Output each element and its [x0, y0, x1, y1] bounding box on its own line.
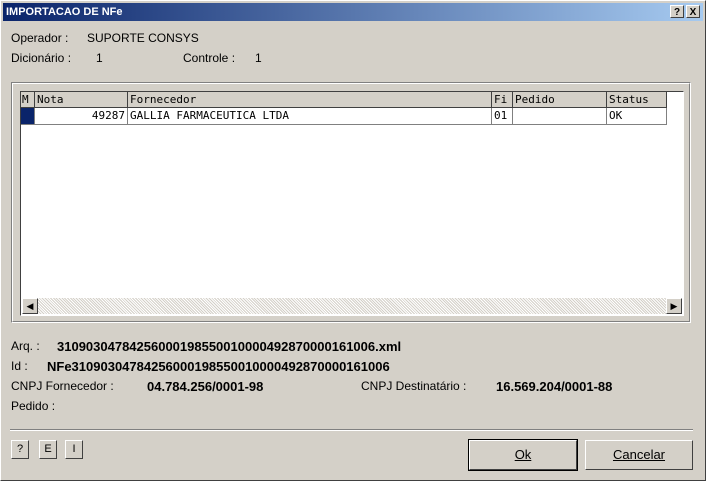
nfe-grid[interactable]: M Nota Fornecedor Fi Pedido Status 49287…	[20, 91, 684, 316]
cnpj-destinatario-value: 16.569.204/0001-88	[496, 379, 613, 394]
scroll-left-icon[interactable]: ◀	[22, 298, 38, 314]
id-label: Id :	[11, 359, 28, 373]
cell-status[interactable]: OK	[607, 108, 667, 125]
cancel-button[interactable]: Cancelar	[585, 440, 693, 470]
row-marker[interactable]	[21, 108, 35, 125]
footer-divider	[10, 429, 693, 431]
id-value: NFe3109030478425600019855001000049287000…	[47, 359, 390, 374]
pedido-label: Pedido :	[11, 399, 56, 413]
horizontal-scrollbar[interactable]: ◀ ▶	[22, 298, 682, 314]
cnpj-destinatario-label: CNPJ Destinatário :	[361, 379, 467, 393]
cell-fornecedor[interactable]: GALLIA FARMACEUTICA LTDA	[128, 108, 492, 125]
help-button[interactable]: ?	[11, 440, 29, 459]
window-title: IMPORTACAO DE NFe	[6, 6, 123, 18]
close-button[interactable]: X	[686, 5, 700, 18]
scroll-right-icon[interactable]: ▶	[666, 298, 682, 314]
cell-pedido[interactable]	[513, 108, 607, 125]
controle-value: 1	[255, 51, 262, 65]
controle-label: Controle :	[183, 51, 236, 65]
help-title-button[interactable]: ?	[670, 5, 684, 18]
col-header-m[interactable]: M	[21, 92, 35, 108]
cell-fi[interactable]: 01	[492, 108, 513, 125]
cancel-button-label: Cancelar	[612, 447, 666, 462]
cnpj-fornecedor-label: CNPJ Fornecedor :	[11, 379, 114, 393]
e-button[interactable]: E	[39, 440, 57, 459]
operador-label: Operador :	[11, 31, 69, 45]
operador-value: SUPORTE CONSYS	[87, 31, 199, 45]
ok-button[interactable]: Ok	[468, 439, 578, 471]
ok-button-label: Ok	[514, 447, 532, 462]
col-header-status[interactable]: Status	[607, 92, 667, 108]
i-button[interactable]: I	[65, 440, 83, 459]
arq-value: 3109030478425600019855001000049287000016…	[57, 339, 402, 354]
col-header-nota[interactable]: Nota	[35, 92, 128, 108]
col-header-fornecedor[interactable]: Fornecedor	[128, 92, 492, 108]
arq-label: Arq. :	[11, 339, 40, 353]
dicionario-label: Dicionário :	[11, 51, 72, 65]
dicionario-value: 1	[96, 51, 103, 65]
cell-nota[interactable]: 49287	[35, 108, 128, 125]
col-header-fi[interactable]: Fi	[492, 92, 513, 108]
cnpj-fornecedor-value: 04.784.256/0001-98	[147, 379, 264, 394]
col-header-pedido[interactable]: Pedido	[513, 92, 607, 108]
title-bar[interactable]: IMPORTACAO DE NFe ? X	[3, 3, 703, 21]
